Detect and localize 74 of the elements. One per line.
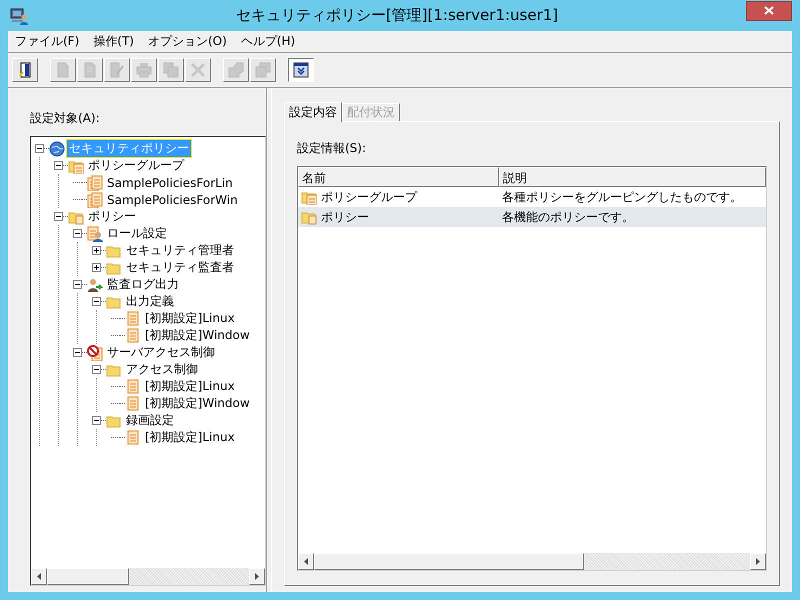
collapse-icon[interactable]	[92, 416, 101, 425]
collapse-icon[interactable]	[54, 212, 63, 221]
collapse-icon[interactable]	[35, 144, 44, 153]
menu-item[interactable]: 操作(T)	[86, 33, 141, 50]
column-header[interactable]: 説明	[499, 167, 766, 187]
table-cell: ポリシーグループ	[321, 188, 417, 206]
close-button[interactable]	[746, 0, 792, 20]
app-icon	[10, 6, 28, 24]
expand-icon[interactable]	[92, 263, 101, 272]
stack-icon	[255, 62, 271, 78]
document-icon	[87, 192, 103, 208]
tree-item[interactable]: SamplePoliciesForLin	[105, 176, 235, 190]
copy-icon	[163, 62, 179, 78]
document-icon	[125, 396, 141, 412]
toolbar-button[interactable]	[288, 58, 314, 82]
globe-icon	[49, 140, 65, 156]
stack-icon	[228, 62, 244, 78]
window-title: セキュリティポリシー[管理][1:server1:user1]	[234, 6, 560, 25]
expand-icon[interactable]	[92, 246, 101, 255]
table-cell: ポリシー	[321, 208, 369, 226]
tree-item[interactable]: ロール設定	[105, 225, 169, 242]
column-header[interactable]: 名前	[298, 167, 499, 187]
menu-item[interactable]: ファイル(F)	[8, 33, 86, 50]
door-icon	[17, 62, 33, 78]
tree-item[interactable]: アクセス制御	[124, 361, 200, 378]
collapse-icon[interactable]	[73, 280, 82, 289]
document-icon	[55, 62, 71, 78]
collapse-icon[interactable]	[54, 161, 63, 170]
tree-item[interactable]: 出力定義	[124, 293, 176, 310]
document-icon	[125, 310, 141, 326]
tree-item[interactable]: 録画設定	[124, 412, 176, 429]
collapse-icon[interactable]	[73, 348, 82, 357]
tree-label: 設定対象(A):	[30, 110, 101, 127]
tree-item[interactable]: [初期設定]Linux	[143, 429, 237, 446]
collapse-icon[interactable]	[92, 365, 101, 374]
close-icon	[764, 6, 774, 15]
left-arrow-icon	[304, 558, 308, 565]
tree-item[interactable]: ポリシー	[86, 208, 138, 225]
list-label: 設定情報(S):	[297, 140, 368, 157]
tree-item[interactable]: SamplePoliciesForWin	[105, 192, 240, 206]
tree-item[interactable]: [初期設定]Window	[143, 327, 252, 344]
collapse-icon[interactable]	[92, 297, 101, 306]
list-row[interactable]: ポリシー 各機能のポリシーです。	[298, 207, 766, 227]
delete-icon	[190, 62, 206, 78]
tree-item[interactable]: ポリシーグループ	[86, 157, 186, 174]
tree-item[interactable]: [初期設定]Linux	[143, 378, 237, 395]
document-icon	[125, 430, 141, 446]
tree-item[interactable]: [初期設定]Window	[143, 395, 252, 412]
user-icon	[87, 226, 103, 242]
user-icon	[87, 276, 103, 292]
table-cell: 各機能のポリシーです。	[502, 208, 634, 226]
horizontal-scrollbar[interactable]	[31, 568, 265, 585]
tab[interactable]: 設定内容	[284, 102, 342, 122]
collapse-icon[interactable]	[73, 229, 82, 238]
left-arrow-icon	[37, 573, 41, 580]
right-arrow-icon	[255, 573, 259, 580]
tree-item[interactable]: セキュリティ監査者	[124, 259, 236, 276]
document-icon	[125, 378, 141, 394]
horizontal-scrollbar[interactable]	[298, 553, 766, 570]
table-cell: 各種ポリシーをグルーピングしたものです。	[502, 188, 742, 206]
chevron-down-icon	[293, 62, 309, 78]
document-icon	[82, 62, 98, 78]
tree-item[interactable]: [初期設定]Linux	[143, 310, 237, 327]
tree-item[interactable]: サーバアクセス制御	[105, 344, 217, 361]
tree-item[interactable]: セキュリティ管理者	[124, 242, 236, 259]
document-icon	[87, 174, 103, 190]
printer-icon	[136, 62, 152, 78]
pencil-icon	[109, 62, 125, 78]
right-arrow-icon	[756, 558, 760, 565]
document-icon	[125, 328, 141, 344]
tree-item[interactable]: 監査ログ出力	[105, 276, 181, 293]
menu-item[interactable]: ヘルプ(H)	[234, 33, 302, 50]
menu-item[interactable]: オプション(O)	[140, 33, 234, 50]
blocked-icon	[87, 344, 103, 360]
